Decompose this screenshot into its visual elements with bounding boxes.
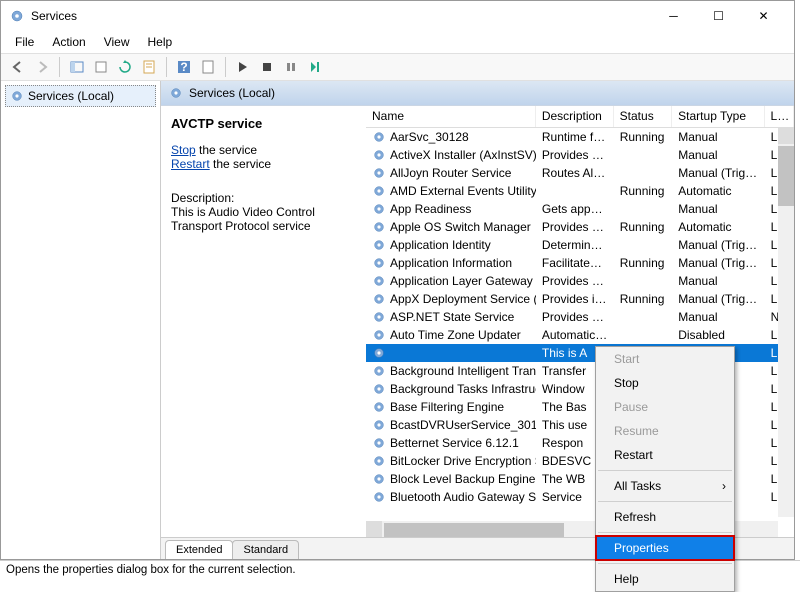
service-title: AVCTP service: [171, 116, 358, 131]
cm-separator: [598, 501, 732, 502]
description-text: This is Audio Video Control Transport Pr…: [171, 205, 358, 233]
cm-start[interactable]: Start: [596, 347, 734, 371]
vertical-scrollbar[interactable]: [778, 128, 794, 517]
gear-icon: [169, 86, 183, 100]
gear-icon: [372, 400, 386, 414]
table-row[interactable]: ASP.NET State ServiceProvides sup...Manu…: [366, 308, 794, 326]
table-row[interactable]: AllJoyn Router ServiceRoutes AllJo...Man…: [366, 164, 794, 182]
gear-icon: [372, 490, 386, 504]
cm-separator: [598, 563, 732, 564]
table-row[interactable]: AppX Deployment Service (A...Provides in…: [366, 290, 794, 308]
help-button[interactable]: ?: [173, 56, 195, 78]
gear-icon: [372, 364, 386, 378]
svg-text:?: ?: [180, 60, 187, 74]
restart-link[interactable]: Restart: [171, 157, 210, 171]
hscroll-thumb[interactable]: [384, 523, 564, 537]
cm-refresh[interactable]: Refresh: [596, 505, 734, 529]
minimize-button[interactable]: ─: [651, 2, 696, 30]
window-title: Services: [31, 9, 651, 23]
back-button[interactable]: [7, 56, 29, 78]
stop-service-button[interactable]: [256, 56, 278, 78]
gear-icon: [372, 328, 386, 342]
gear-icon: [372, 454, 386, 468]
scroll-up-button[interactable]: [778, 128, 794, 144]
gear-icon: [372, 184, 386, 198]
tree-item-label: Services (Local): [28, 89, 114, 103]
gear-icon: [372, 166, 386, 180]
cm-pause[interactable]: Pause: [596, 395, 734, 419]
cm-resume[interactable]: Resume: [596, 419, 734, 443]
gear-icon: [372, 274, 386, 288]
table-row[interactable]: ActiveX Installer (AxInstSV)Provides Use…: [366, 146, 794, 164]
gear-icon: [372, 256, 386, 270]
gear-icon: [372, 238, 386, 252]
console-tree: Services (Local): [1, 81, 161, 559]
column-startup-type[interactable]: Startup Type: [672, 106, 764, 127]
export-button[interactable]: [90, 56, 112, 78]
cm-restart[interactable]: Restart: [596, 443, 734, 467]
list-header: Name Description Status Startup Type Log…: [366, 106, 794, 128]
cm-help[interactable]: Help: [596, 567, 734, 591]
gear-icon: [372, 418, 386, 432]
cm-separator: [598, 532, 732, 533]
services-app-icon: [9, 8, 25, 24]
menu-file[interactable]: File: [7, 33, 42, 51]
cm-separator: [598, 470, 732, 471]
table-row[interactable]: Application Layer Gateway S...Provides s…: [366, 272, 794, 290]
gear-icon: [372, 436, 386, 450]
column-description[interactable]: Description: [536, 106, 614, 127]
cm-properties[interactable]: Properties: [596, 536, 734, 560]
table-row[interactable]: App ReadinessGets apps re...ManualLoc: [366, 200, 794, 218]
toolbar: ?: [1, 53, 794, 81]
table-row[interactable]: AarSvc_30128Runtime for ...RunningManual…: [366, 128, 794, 146]
gear-icon: [372, 148, 386, 162]
forward-button[interactable]: [31, 56, 53, 78]
pane-header: Services (Local): [161, 81, 794, 105]
tree-item-services-local[interactable]: Services (Local): [5, 85, 156, 107]
scroll-thumb[interactable]: [778, 146, 794, 206]
gear-icon: [372, 382, 386, 396]
gear-icon: [372, 346, 386, 360]
pane-header-title: Services (Local): [189, 86, 275, 100]
pause-service-button[interactable]: [280, 56, 302, 78]
stop-link[interactable]: Stop: [171, 143, 196, 157]
column-status[interactable]: Status: [614, 106, 673, 127]
table-row[interactable]: Apple OS Switch ManagerProvides sup...Ru…: [366, 218, 794, 236]
table-row[interactable]: Application InformationFacilitates th...…: [366, 254, 794, 272]
gear-icon: [372, 220, 386, 234]
gear-icon: [372, 130, 386, 144]
table-row[interactable]: Auto Time Zone UpdaterAutomaticall...Dis…: [366, 326, 794, 344]
table-row[interactable]: Application IdentityDetermines ...Manual…: [366, 236, 794, 254]
menubar: File Action View Help: [1, 31, 794, 53]
detail-pane: AVCTP service Stop the service Restart t…: [161, 106, 366, 537]
menu-action[interactable]: Action: [44, 33, 93, 51]
start-service-button[interactable]: [232, 56, 254, 78]
table-row[interactable]: AMD External Events UtilityRunningAutoma…: [366, 182, 794, 200]
cm-stop[interactable]: Stop: [596, 371, 734, 395]
restart-service-button[interactable]: [304, 56, 326, 78]
titlebar: Services ─ ☐ ✕: [1, 1, 794, 31]
refresh-button[interactable]: [114, 56, 136, 78]
scroll-left-button[interactable]: [366, 521, 382, 537]
gear-icon: [372, 202, 386, 216]
column-name[interactable]: Name: [366, 106, 536, 127]
properties-button[interactable]: [138, 56, 160, 78]
show-hide-tree-button[interactable]: [66, 56, 88, 78]
cm-all-tasks[interactable]: All Tasks: [596, 474, 734, 498]
gear-icon: [372, 310, 386, 324]
gear-icon: [372, 292, 386, 306]
gear-icon: [372, 472, 386, 486]
context-menu: Start Stop Pause Resume Restart All Task…: [595, 346, 735, 592]
description-label: Description:: [171, 191, 358, 205]
tab-extended[interactable]: Extended: [165, 540, 233, 559]
menu-help[interactable]: Help: [140, 33, 181, 51]
column-logon[interactable]: Log On As: [765, 106, 794, 127]
menu-view[interactable]: View: [96, 33, 138, 51]
help-topics-button[interactable]: [197, 56, 219, 78]
tab-standard[interactable]: Standard: [232, 540, 299, 559]
close-button[interactable]: ✕: [741, 2, 786, 30]
gear-icon: [10, 89, 24, 103]
maximize-button[interactable]: ☐: [696, 2, 741, 30]
